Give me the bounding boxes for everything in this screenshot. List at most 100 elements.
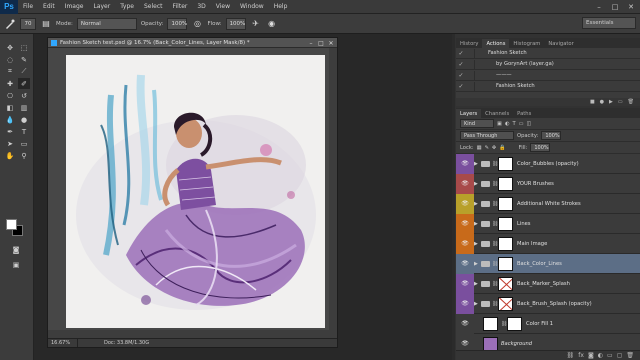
expand-arrow-icon[interactable]: ▶ <box>474 241 481 247</box>
shape-tool-icon[interactable]: ▭ <box>18 138 30 149</box>
fill-thumbnail[interactable] <box>483 316 498 331</box>
quick-mask-icon[interactable]: ◙ <box>10 244 22 255</box>
gradient-tool-icon[interactable]: ▥ <box>18 102 30 113</box>
history-brush-tool-icon[interactable]: ↺ <box>18 90 30 101</box>
visibility-eye-icon[interactable]: 👁 <box>456 193 474 214</box>
layer-opacity-input[interactable]: 100% <box>541 131 562 140</box>
action-set-row[interactable]: ✓ Fashion Sketch <box>456 48 640 59</box>
menu-item-edit[interactable]: Edit <box>38 3 60 10</box>
adjustment-layer-icon[interactable]: ◐ <box>598 352 603 359</box>
layer-mask-thumbnail[interactable] <box>498 236 513 251</box>
mode-select[interactable]: Normal <box>76 17 137 30</box>
zoom-level[interactable]: 16.67% <box>48 339 78 347</box>
visibility-eye-icon[interactable]: 👁 <box>456 253 474 274</box>
move-tool-icon[interactable]: ✥ <box>4 42 16 53</box>
layer-row[interactable]: 👁 ⛓ Color Fill 1 <box>456 313 640 334</box>
menu-item-3d[interactable]: 3D <box>192 3 210 10</box>
crop-tool-icon[interactable]: ⌗ <box>4 66 16 77</box>
marquee-tool-icon[interactable]: ⬚ <box>18 42 30 53</box>
brush-size-preset[interactable]: 70 <box>20 17 36 30</box>
filter-adjust-icon[interactable]: ◐ <box>505 121 510 127</box>
doc-size-info[interactable]: Doc: 33.8M/1.30G <box>78 340 149 346</box>
dialog-toggle[interactable] <box>466 81 475 91</box>
layer-mask-thumbnail[interactable] <box>498 176 513 191</box>
brush-panel-icon[interactable]: ▤ <box>40 18 52 30</box>
tab-layers[interactable]: Layers <box>456 109 482 118</box>
layer-row[interactable]: 👁 ▶ ⛓ Main Image <box>456 233 640 254</box>
zoom-tool-icon[interactable]: ⚲ <box>18 150 30 161</box>
visibility-eye-icon[interactable]: 👁 <box>456 153 474 174</box>
layer-mask-thumbnail[interactable] <box>498 256 513 271</box>
filter-type-icon[interactable]: T <box>512 121 515 127</box>
visibility-eye-icon[interactable]: 👁 <box>456 233 474 254</box>
menu-item-filter[interactable]: Filter <box>168 3 193 10</box>
dialog-toggle[interactable] <box>466 70 475 80</box>
trash-icon[interactable]: 🗑 <box>628 99 634 105</box>
layer-mask-thumbnail[interactable] <box>498 196 513 211</box>
layer-mask-thumbnail[interactable] <box>507 316 522 331</box>
layer-mask-thumbnail[interactable] <box>498 216 513 231</box>
stop-icon[interactable]: ■ <box>590 99 595 105</box>
clone-stamp-tool-icon[interactable]: ⎔ <box>4 90 16 101</box>
lock-all-icon[interactable]: 🔒 <box>499 145 505 151</box>
action-row[interactable]: ✓ Fashion Sketch <box>456 81 640 92</box>
fx-icon[interactable]: fx <box>578 352 584 359</box>
path-select-tool-icon[interactable]: ➤ <box>4 138 16 149</box>
layer-row[interactable]: 👁 ▶ ⛓ Color_Bubbles (opacity) <box>456 153 640 174</box>
image-canvas[interactable] <box>66 55 325 328</box>
dodge-tool-icon[interactable]: ● <box>18 114 30 125</box>
pressure-opacity-icon[interactable]: ◎ <box>191 18 203 30</box>
horizontal-scrollbar[interactable] <box>48 330 331 338</box>
lock-position-icon[interactable]: ✥ <box>492 145 496 151</box>
filter-shape-icon[interactable]: ▭ <box>519 121 524 127</box>
check-icon[interactable]: ✓ <box>456 50 466 57</box>
menu-item-file[interactable]: File <box>18 3 38 10</box>
new-set-icon[interactable]: ▭ <box>618 99 623 105</box>
minimize-button[interactable]: – <box>592 1 606 12</box>
visibility-eye-icon[interactable]: 👁 <box>456 173 474 194</box>
foreground-color-swatch[interactable] <box>6 219 17 230</box>
menu-item-image[interactable]: Image <box>60 3 89 10</box>
visibility-eye-icon[interactable]: 👁 <box>456 273 474 294</box>
menu-item-type[interactable]: Type <box>115 3 139 10</box>
tab-histogram[interactable]: Histogram <box>509 39 544 48</box>
opacity-input[interactable]: 100% <box>167 17 188 30</box>
tab-history[interactable]: History <box>456 39 482 48</box>
filter-image-icon[interactable]: ▣ <box>497 121 502 127</box>
tab-channels[interactable]: Channels <box>481 109 513 118</box>
layer-row[interactable]: 👁 ▶ ⛓ Back_Brush_Splash (opacity) <box>456 293 640 314</box>
dialog-toggle[interactable] <box>466 59 475 69</box>
brush-tool-icon[interactable] <box>4 18 16 30</box>
flow-input[interactable]: 100% <box>225 17 246 30</box>
doc-close-button[interactable]: ✕ <box>327 39 335 47</box>
airbrush-icon[interactable]: ✈ <box>250 18 262 30</box>
menu-item-help[interactable]: Help <box>269 3 293 10</box>
new-layer-icon[interactable]: ▢ <box>617 352 623 359</box>
action-row[interactable]: ✓ by GorynArt (layer.ga) <box>456 59 640 70</box>
layer-mask-thumbnail[interactable] <box>498 296 513 311</box>
blend-mode-select[interactable]: Pass Through <box>460 131 514 140</box>
expand-arrow-icon[interactable]: ▶ <box>474 161 481 167</box>
lasso-tool-icon[interactable]: ◌ <box>4 54 16 65</box>
layer-row[interactable]: 👁 ▶ ⛓ Back_Marker_Splash <box>456 273 640 294</box>
layer-row[interactable]: 👁 ▶ ⛓ Back_Color_Lines <box>456 253 640 274</box>
lock-image-icon[interactable]: ✎ <box>484 145 488 151</box>
type-tool-icon[interactable]: T <box>18 126 30 137</box>
tab-navigator[interactable]: Navigator <box>544 39 577 48</box>
record-icon[interactable]: ● <box>600 99 604 105</box>
fill-input[interactable]: 100% <box>530 143 551 152</box>
workspace-select[interactable]: Essentials <box>582 17 636 29</box>
dialog-toggle[interactable] <box>466 48 475 58</box>
new-group-icon[interactable]: ▭ <box>607 352 613 359</box>
delete-layer-icon[interactable]: 🗑 <box>626 352 634 359</box>
hand-tool-icon[interactable]: ✋ <box>4 150 16 161</box>
brush-tool-active-icon[interactable]: ✐ <box>18 78 30 89</box>
tab-actions[interactable]: Actions <box>482 39 510 48</box>
doc-minimize-button[interactable]: – <box>307 39 315 47</box>
pressure-size-icon[interactable]: ◉ <box>266 18 278 30</box>
maximize-button[interactable]: □ <box>608 1 622 12</box>
tab-paths[interactable]: Paths <box>513 109 535 118</box>
layer-mask-thumbnail[interactable] <box>498 276 513 291</box>
eraser-tool-icon[interactable]: ◧ <box>4 102 16 113</box>
close-button[interactable]: ✕ <box>624 1 638 12</box>
